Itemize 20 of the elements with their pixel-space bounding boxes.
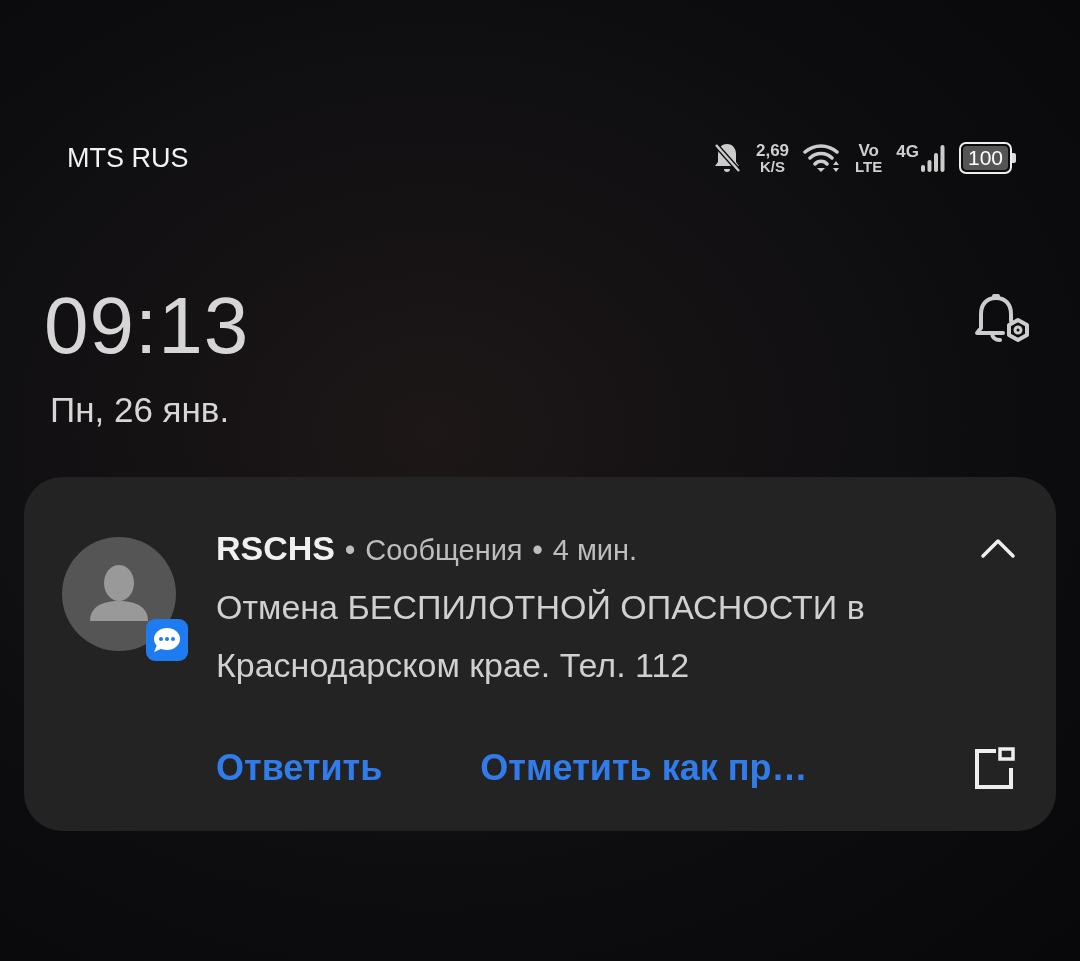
chat-bubble-icon	[146, 618, 188, 661]
reply-button[interactable]: Ответить	[216, 741, 383, 796]
separator-dot: •	[345, 532, 356, 568]
network-type: 4G	[896, 143, 919, 160]
net-speed: 2,69 K/S	[755, 142, 790, 174]
popup-window-icon[interactable]	[972, 746, 1016, 791]
carrier-name: MTS RUS	[67, 141, 189, 175]
signal-icon	[920, 143, 945, 173]
action-button[interactable]: Отметить как пр…	[480, 741, 808, 796]
separator-dot: •	[532, 532, 543, 568]
message-text: Отмена БЕСПИЛОТНОЙ ОПАСНОСТИ в Краснодарском крае. Тел. 112	[216, 586, 866, 687]
volte-indicator: Vo LTE	[855, 142, 883, 174]
clock-date: Пн, 26 янв.	[50, 389, 231, 431]
collapse-icon[interactable]	[980, 537, 1016, 559]
notification-time: 4 мин.	[552, 532, 638, 568]
wifi-icon	[803, 143, 842, 173]
sender-name: RSCHS	[216, 527, 336, 569]
app-name: Сообщения	[365, 532, 523, 568]
clock-time: 09:13	[44, 286, 250, 366]
notification-card[interactable]: RSCHS • Сообщения • 4 мин. Отмена БЕСПИЛОТНОЙ ОПАСНОСТИ в Краснодарском крае. Тел. 112 Ответить Отметить как пр…	[24, 476, 1056, 832]
